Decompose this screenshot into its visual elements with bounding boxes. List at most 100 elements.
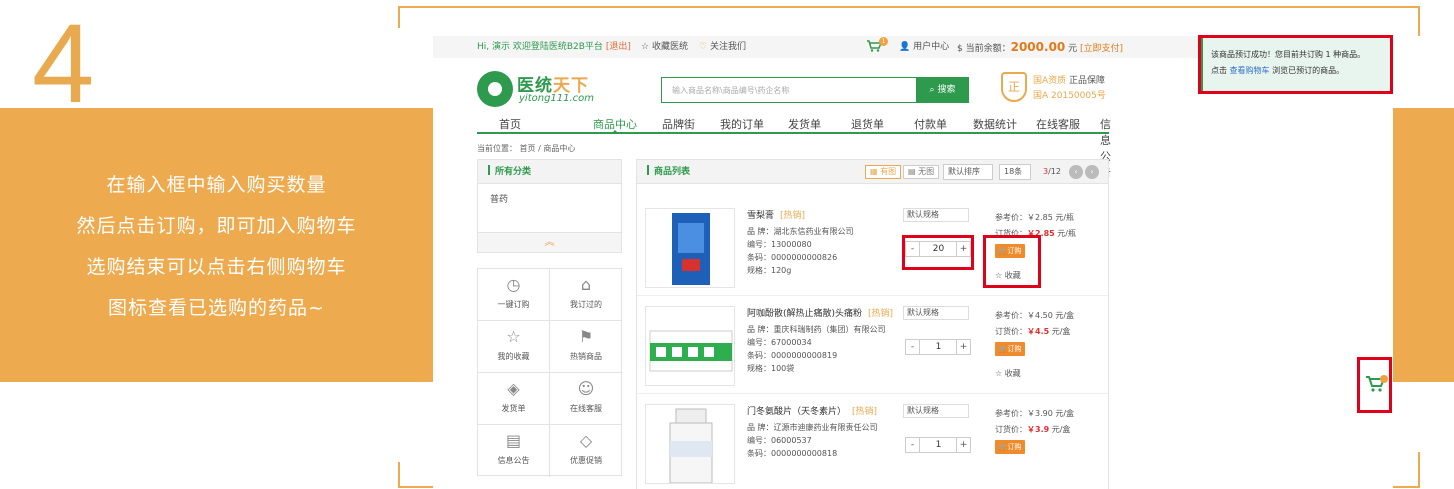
reference-price: 参考价：￥4.50 元/盒 (995, 311, 1075, 320)
nav-item-orders[interactable]: 我的订单 (720, 116, 764, 132)
spec-select[interactable]: 默认规格 (903, 404, 969, 418)
instruction-line: 然后点击订购，即可加入购物车 (76, 215, 357, 237)
order-price: ￥3.9 (1027, 425, 1050, 434)
product-name[interactable]: 雪梨膏 (747, 211, 774, 221)
product-box-icon (649, 330, 733, 372)
frame-line (398, 462, 400, 488)
star-icon: ☆ (506, 327, 521, 346)
breadcrumb: 当前位置： 首页 / 商品中心 (477, 144, 576, 153)
sort-select[interactable]: 默认排序 (943, 164, 993, 180)
quantity-input[interactable] (921, 438, 956, 452)
logout-link[interactable]: [退出] (606, 42, 631, 52)
spec-select[interactable]: 默认规格 (903, 208, 969, 222)
product-name[interactable]: 阿咖酚散(解热止痛散)头痛粉 (747, 309, 862, 319)
per-page-select[interactable]: 18条 (999, 164, 1031, 180)
order-price: ￥4.5 (1027, 327, 1050, 336)
instruction-line: 选购结束可以点击右侧购物车 (86, 256, 347, 278)
quick-link-shipments[interactable]: ◈ 发货单 (478, 373, 550, 425)
quantity-input[interactable] (921, 340, 956, 354)
product-row: 门冬氨酸片（天冬素片） [热销] 品 牌：辽源市迪康药业有限责任公司 编号：060… (637, 394, 1108, 489)
favorite-link[interactable]: ☆ 收藏医统 (641, 36, 688, 58)
greeting: Hi, 演示 欢迎登陆医统B2B平台 (477, 42, 603, 52)
nav-item-returns[interactable]: 退货单 (851, 116, 884, 132)
frame-line (398, 6, 1420, 8)
highlight-quantity (902, 235, 974, 270)
nav-item-stats[interactable]: 数据统计 (973, 116, 1017, 132)
frame-line (398, 6, 400, 28)
quick-link-notices[interactable]: ▤ 信息公告 (478, 425, 550, 477)
category-panel: 所有分类 普药 ︽ (477, 159, 622, 253)
category-title: 所有分类 (478, 160, 621, 184)
quick-link-ordered[interactable]: ⌂ 我订过的 (550, 269, 622, 321)
step-number: 4 (32, 1, 95, 126)
coin-bag-icon: ◈ (507, 379, 520, 398)
plus-button[interactable]: + (956, 438, 970, 452)
search-input[interactable] (662, 78, 916, 102)
bookmark-icon: ⚑ (578, 327, 594, 346)
pay-now-link[interactable]: [立即支付] (1080, 44, 1123, 54)
gift-icon: ⌂ (580, 275, 592, 294)
view-grid-button[interactable]: ▦ 有图 (865, 165, 902, 179)
highlight-toast (1198, 35, 1393, 94)
product-list-title: 商品列表 (647, 160, 690, 184)
minus-button[interactable]: - (906, 438, 920, 452)
quick-link-one-click-order[interactable]: ◷ 一键订购 (478, 269, 550, 321)
quick-links: ◷ 一键订购 ⌂ 我订过的 ☆ 我的收藏 ⚑ 热销商品 ◈ 发货单 ☺ 在线客服 ▤ 信息公告… (477, 268, 622, 477)
nav-item-payments[interactable]: 付款单 (914, 116, 947, 132)
instruction-line: 图标查看已选购的药品~ (108, 297, 325, 319)
clock-icon: ◷ (506, 275, 521, 294)
message-icon: ▤ (505, 431, 522, 450)
collapse-icon[interactable]: ︽ (478, 232, 621, 252)
order-button[interactable]: 🛒订购 (995, 342, 1025, 356)
logo-mark (477, 71, 513, 107)
balance-value: 2000.00 (1010, 40, 1066, 54)
product-row: 阿咖酚散(解热止痛散)头痛粉 [热销] 品 牌：重庆科瑞制药（集团）有限公司 编号… (637, 296, 1108, 394)
search-button[interactable]: ⌕ 搜索 (916, 77, 969, 103)
follow-link[interactable]: ♡ 关注我们 (699, 36, 746, 58)
hot-badge: [热销] (852, 407, 878, 417)
quick-link-favorites[interactable]: ☆ 我的收藏 (478, 321, 550, 373)
product-image[interactable] (645, 208, 735, 288)
product-bottle-icon (669, 408, 713, 483)
next-page-icon[interactable]: › (1085, 165, 1099, 179)
active-indicator (611, 130, 619, 134)
view-list-button[interactable]: ▤ 无图 (903, 165, 940, 179)
order-button[interactable]: 🛒订购 (995, 440, 1025, 454)
decor-panel (1393, 108, 1454, 382)
quick-link-service[interactable]: ☺ 在线客服 (550, 373, 622, 425)
plus-button[interactable]: + (956, 340, 970, 354)
people-icon: ☺ (577, 379, 595, 398)
product-image[interactable] (645, 404, 735, 484)
user-icon: 👤 (899, 42, 911, 52)
nav-item-shipments[interactable]: 发货单 (788, 116, 821, 132)
nav-item-brands[interactable]: 品牌街 (662, 116, 695, 132)
hot-badge: [热销] (780, 211, 806, 221)
product-box-icon (672, 213, 710, 285)
spec-select[interactable]: 默认规格 (903, 306, 969, 320)
frame-line (1418, 6, 1420, 36)
quantity-stepper: - + (905, 437, 971, 453)
instruction-text: 在输入框中输入购买数量 然后点击订购，即可加入购物车 选购结束可以点击右侧购物车… (0, 108, 433, 382)
quick-link-promotions[interactable]: ◇ 优惠促销 (550, 425, 622, 477)
nav-item-service[interactable]: 在线客服 (1036, 116, 1080, 132)
cart-count-badge: 1 (879, 37, 888, 46)
minus-button[interactable]: - (906, 340, 920, 354)
tag-icon: ◇ (579, 431, 593, 450)
category-item[interactable]: 普药 (478, 184, 621, 213)
prev-page-icon[interactable]: ‹ (1069, 165, 1083, 179)
collect-button[interactable]: ☆ 收藏 (995, 368, 1021, 379)
highlight-order (983, 235, 1041, 288)
heart-icon: ♡ (699, 42, 710, 52)
pagination: 3/12 (1043, 167, 1061, 176)
main-nav: 首页 商品中心 品牌街 我的订单 发货单 退货单 付款单 数据统计 在线客服 信… (477, 114, 1111, 179)
user-center-link[interactable]: 👤 用户中心 (899, 36, 949, 58)
product-list-header: 商品列表 ▦ 有图 ▤ 无图 默认排序 18条 3/12 ‹ › (637, 160, 1108, 184)
reference-price: 参考价：￥3.90 元/盒 (995, 409, 1075, 418)
quick-link-hot[interactable]: ⚑ 热销商品 (550, 321, 622, 373)
site-screenshot: Hi, 演示 欢迎登陆医统B2B平台 [退出] ☆ 收藏医统 ♡ 关注我们 1 … (433, 36, 1393, 489)
product-image[interactable] (645, 306, 735, 386)
site-logo[interactable]: 医统天下 yitong111.com (477, 71, 597, 111)
quantity-stepper: - + (905, 339, 971, 355)
nav-item-home[interactable]: 首页 (499, 116, 521, 132)
product-name[interactable]: 门冬氨酸片（天冬素片） (747, 407, 846, 417)
